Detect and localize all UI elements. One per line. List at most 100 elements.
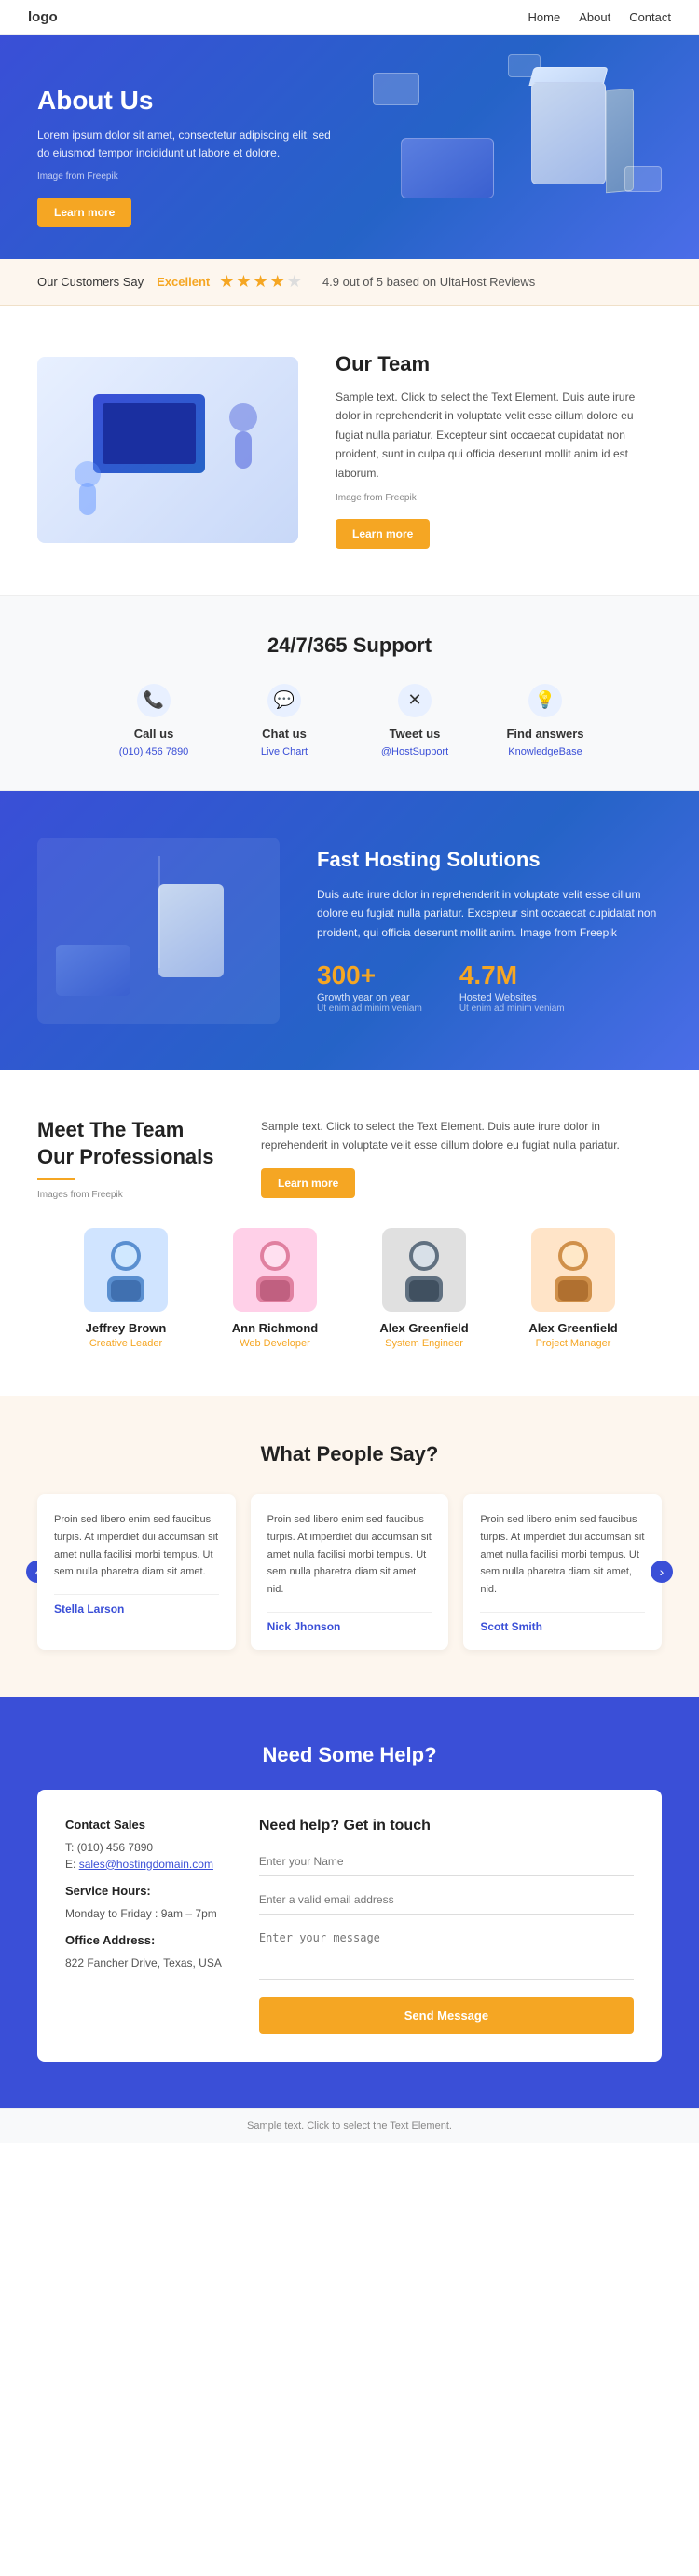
- contact-name-input[interactable]: [259, 1847, 634, 1876]
- jeffrey-avatar: [84, 1228, 168, 1312]
- nav-contact[interactable]: Contact: [629, 10, 671, 24]
- alex1-avatar: [382, 1228, 466, 1312]
- hero-illustration: [363, 45, 680, 250]
- test-card-2-body: Proin sed libero enim sed faucibus turpi…: [267, 1511, 432, 1598]
- mt-title-block: Meet The TeamOur Professionals Images fr…: [37, 1117, 224, 1200]
- test-card-1-reviewer: Stella Larson: [54, 1594, 219, 1615]
- alex1-role: System Engineer: [385, 1338, 463, 1349]
- support-section: 24/7/365 Support 📞 Call us (010) 456 789…: [0, 595, 699, 791]
- support-cards: 📞 Call us (010) 456 7890 💬 Chat us Live …: [37, 684, 662, 757]
- mt-header: Meet The TeamOur Professionals Images fr…: [37, 1117, 662, 1200]
- footer-text: Sample text. Click to select the Text El…: [37, 2120, 662, 2132]
- hero-title: About Us: [37, 86, 336, 116]
- test-card-1: Proin sed libero enim sed faucibus turpi…: [37, 1494, 236, 1649]
- testimonials-title: What People Say?: [37, 1442, 662, 1466]
- team-body: Sample text. Click to select the Text El…: [336, 388, 662, 483]
- support-answers-sub: KnowledgeBase: [508, 746, 582, 757]
- team-cta-button[interactable]: Learn more: [336, 519, 430, 549]
- contact-email: E: sales@hostingdomain.com: [65, 1858, 222, 1871]
- ann-role: Web Developer: [240, 1338, 310, 1349]
- device-card: [401, 138, 494, 198]
- fh-body: Duis aute irure dolor in reprehenderit i…: [317, 885, 662, 942]
- rating-excellent: Excellent: [157, 275, 210, 289]
- fast-hosting-section: Fast Hosting Solutions Duis aute irure d…: [0, 791, 699, 1070]
- alex1-name: Alex Greenfield: [379, 1321, 468, 1335]
- nav-links: Home About Contact: [528, 10, 671, 24]
- test-card-3: Proin sed libero enim sed faucibus turpi…: [463, 1494, 662, 1649]
- support-call-sub: (010) 456 7890: [119, 746, 189, 757]
- fh-stat-growth-desc: Ut enim ad minim veniam: [317, 1003, 422, 1014]
- hero-body: Lorem ipsum dolor sit amet, consectetur …: [37, 127, 336, 162]
- hero-section: About Us Lorem ipsum dolor sit amet, con…: [0, 35, 699, 259]
- hero-text: About Us Lorem ipsum dolor sit amet, con…: [37, 86, 336, 227]
- logo: logo: [28, 9, 58, 25]
- test-card-2: Proin sed libero enim sed faucibus turpi…: [251, 1494, 449, 1649]
- ann-avatar: [233, 1228, 317, 1312]
- testimonial-next-button[interactable]: ›: [651, 1561, 673, 1583]
- team-member-alex2: Alex Greenfield Project Manager: [508, 1228, 638, 1349]
- contact-form-title: Need help? Get in touch: [259, 1818, 634, 1834]
- team-text-block: Our Team Sample text. Click to select th…: [336, 352, 662, 549]
- call-icon: 📞: [137, 684, 171, 717]
- test-card-3-body: Proin sed libero enim sed faucibus turpi…: [480, 1511, 645, 1598]
- support-chat-sub: Live Chart: [261, 746, 308, 757]
- office-address: 822 Fancher Drive, Texas, USA: [65, 1956, 222, 1969]
- mt-desc: Sample text. Click to select the Text El…: [261, 1117, 662, 1198]
- service-hours-title: Service Hours:: [65, 1884, 222, 1898]
- rating-score: 4.9 out of 5 based on UltaHost Reviews: [322, 275, 535, 289]
- help-title: Need Some Help?: [37, 1743, 662, 1767]
- service-hours: Monday to Friday : 9am – 7pm: [65, 1907, 222, 1920]
- fh-device-graphic: [56, 945, 130, 996]
- rating-stars: ★★★★★: [219, 272, 304, 292]
- test-card-1-body: Proin sed libero enim sed faucibus turpi…: [54, 1511, 219, 1581]
- team-member-jeffrey: Jeffrey Brown Creative Leader: [61, 1228, 191, 1349]
- mt-underline: [37, 1178, 75, 1180]
- fh-server-graphic: [158, 884, 224, 977]
- support-tweet-title: Tweet us: [390, 727, 441, 741]
- our-team-section: Our Team Sample text. Click to select th…: [0, 306, 699, 595]
- hero-cta-button[interactable]: Learn more: [37, 198, 131, 227]
- fh-stat-growth-label: Growth year on year: [317, 992, 422, 1003]
- fh-stat-growth: 300+ Growth year on year Ut enim ad mini…: [317, 961, 422, 1014]
- mt-cta-button[interactable]: Learn more: [261, 1168, 355, 1198]
- mt-image-credit: Images from Freepik: [37, 1190, 224, 1200]
- ann-name: Ann Richmond: [232, 1321, 318, 1335]
- alex2-name: Alex Greenfield: [528, 1321, 617, 1335]
- fh-stat-hosted: 4.7M Hosted Websites Ut enim ad minim ve…: [459, 961, 565, 1014]
- deco-card-2: [624, 166, 662, 192]
- deco-card-1: [373, 73, 419, 105]
- meet-team-section: Meet The TeamOur Professionals Images fr…: [0, 1070, 699, 1396]
- jeffrey-role: Creative Leader: [89, 1338, 162, 1349]
- chat-icon: 💬: [267, 684, 301, 717]
- send-message-button[interactable]: Send Message: [259, 1997, 634, 2034]
- test-card-2-reviewer: Nick Jhonson: [267, 1612, 432, 1633]
- alex2-avatar: [531, 1228, 615, 1312]
- contact-email-link[interactable]: sales@hostingdomain.com: [79, 1858, 213, 1871]
- office-address-title: Office Address:: [65, 1933, 222, 1947]
- nav-about[interactable]: About: [579, 10, 610, 24]
- answers-icon: 💡: [528, 684, 562, 717]
- support-answers-title: Find answers: [506, 727, 583, 741]
- contact-message-input[interactable]: [259, 1924, 634, 1980]
- contact-email-input[interactable]: [259, 1886, 634, 1915]
- nav-home[interactable]: Home: [528, 10, 561, 24]
- contact-phone: T: (010) 456 7890: [65, 1841, 222, 1854]
- team-member-ann: Ann Richmond Web Developer: [210, 1228, 340, 1349]
- fh-stat-growth-num: 300+: [317, 961, 422, 990]
- footer: Sample text. Click to select the Text El…: [0, 2108, 699, 2143]
- fh-text-block: Fast Hosting Solutions Duis aute irure d…: [317, 848, 662, 1014]
- navbar: logo Home About Contact: [0, 0, 699, 35]
- testimonials-section: What People Say? ‹ Proin sed libero enim…: [0, 1396, 699, 1696]
- mt-body: Sample text. Click to select the Text El…: [261, 1117, 662, 1155]
- mt-title: Meet The TeamOur Professionals: [37, 1117, 224, 1170]
- team-title: Our Team: [336, 352, 662, 376]
- help-inner: Contact Sales T: (010) 456 7890 E: sales…: [37, 1790, 662, 2062]
- support-card-call: 📞 Call us (010) 456 7890: [107, 684, 200, 757]
- fh-stat-hosted-num: 4.7M: [459, 961, 565, 990]
- fh-title: Fast Hosting Solutions: [317, 848, 662, 872]
- support-chat-title: Chat us: [262, 727, 307, 741]
- alex2-role: Project Manager: [536, 1338, 611, 1349]
- test-grid: Proin sed libero enim sed faucibus turpi…: [37, 1494, 662, 1649]
- jeffrey-name: Jeffrey Brown: [86, 1321, 167, 1335]
- contact-sales-title: Contact Sales: [65, 1818, 222, 1832]
